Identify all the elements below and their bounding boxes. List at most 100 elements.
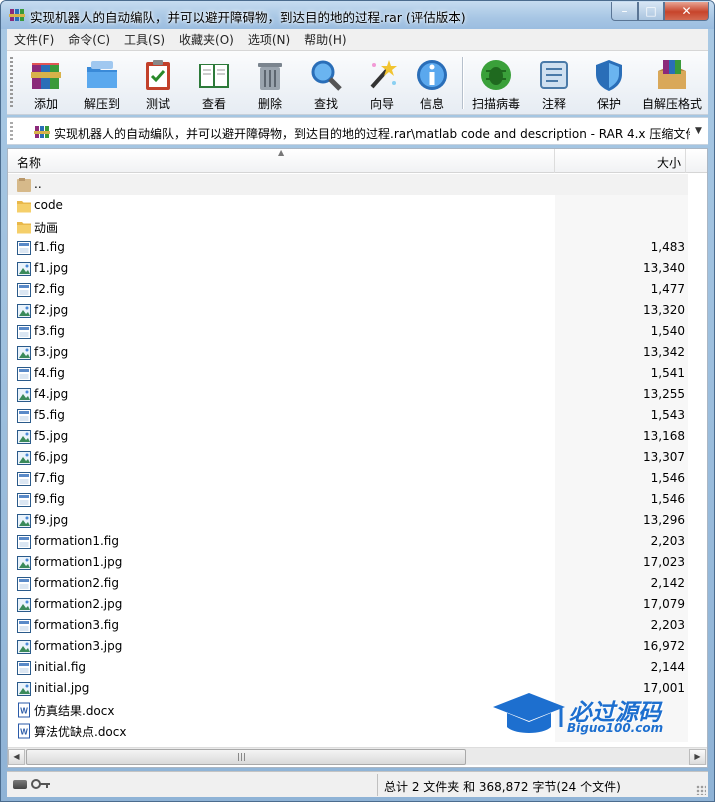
table-row[interactable]: formation2.fig 2,142 xyxy=(8,573,688,594)
table-row[interactable]: f1.jpg 13,340 xyxy=(8,258,688,279)
table-row[interactable]: f4.fig 1,541 xyxy=(8,363,688,384)
file-size: 2,203 xyxy=(650,618,685,632)
menu-tools[interactable]: 工具(S) xyxy=(117,30,172,50)
table-row[interactable]: code xyxy=(8,195,688,216)
file-size: 13,307 xyxy=(643,450,685,464)
file-name: formation1.fig xyxy=(34,534,119,548)
books-add-icon xyxy=(31,63,61,89)
menu-options[interactable]: 选项(N) xyxy=(241,30,297,50)
fig-file-icon xyxy=(17,241,31,255)
jpg-file-icon xyxy=(17,598,31,612)
fig-file-icon xyxy=(17,493,31,507)
table-row[interactable]: f7.fig 1,546 xyxy=(8,468,688,489)
file-size: 1,477 xyxy=(650,282,685,296)
menu-command[interactable]: 命令(C) xyxy=(61,30,117,50)
table-row[interactable]: f2.fig 1,477 xyxy=(8,279,688,300)
table-row[interactable]: .. xyxy=(8,174,688,195)
table-row[interactable]: formation3.jpg 16,972 xyxy=(8,636,688,657)
close-button[interactable]: ✕ xyxy=(664,2,709,21)
delete-button[interactable]: 删除 xyxy=(242,53,298,111)
file-name: formation2.jpg xyxy=(34,597,123,611)
jpg-file-icon xyxy=(17,388,31,402)
find-button[interactable]: 查找 xyxy=(298,53,354,111)
address-grip xyxy=(10,122,13,141)
table-row[interactable]: 动画 xyxy=(8,216,688,237)
table-row[interactable]: f2.jpg 13,320 xyxy=(8,300,688,321)
table-row[interactable]: f6.jpg 13,307 xyxy=(8,447,688,468)
menu-help[interactable]: 帮助(H) xyxy=(297,30,353,50)
file-size: 2,203 xyxy=(650,534,685,548)
table-row[interactable]: initial.fig 2,144 xyxy=(8,657,688,678)
virus-scan-button[interactable]: 扫描病毒 xyxy=(468,53,524,111)
file-name: f7.fig xyxy=(34,471,65,485)
column-header-size[interactable]: 大小 xyxy=(556,149,686,173)
table-row[interactable]: f1.fig 1,483 xyxy=(8,237,688,258)
horizontal-scrollbar[interactable]: ◀ ▶ xyxy=(8,747,707,765)
menu-file[interactable]: 文件(F) xyxy=(7,30,61,50)
table-row[interactable]: f3.fig 1,540 xyxy=(8,321,688,342)
file-name: f3.fig xyxy=(34,324,65,338)
info-icon xyxy=(417,60,447,90)
table-row[interactable]: f4.jpg 13,255 xyxy=(8,384,688,405)
file-name: f2.fig xyxy=(34,282,65,296)
file-name: f9.fig xyxy=(34,492,65,506)
protect-button[interactable]: 保护 xyxy=(581,53,637,111)
drive-icon[interactable] xyxy=(13,780,27,789)
table-row[interactable]: f5.jpg 13,168 xyxy=(8,426,688,447)
test-button[interactable]: 测试 xyxy=(130,53,186,111)
scroll-right-button[interactable]: ▶ xyxy=(689,749,706,765)
table-row[interactable]: f5.fig 1,543 xyxy=(8,405,688,426)
table-row[interactable]: f9.fig 1,546 xyxy=(8,489,688,510)
file-name: f9.jpg xyxy=(34,513,69,527)
table-row[interactable]: formation1.jpg 17,023 xyxy=(8,552,688,573)
file-size: 1,546 xyxy=(650,471,685,485)
resize-grip[interactable] xyxy=(696,785,706,795)
jpg-file-icon xyxy=(17,346,31,360)
view-button[interactable]: 查看 xyxy=(186,53,242,111)
scroll-left-button[interactable]: ◀ xyxy=(8,749,25,765)
address-path: 实现机器人的自动编队，并可以避开障碍物，到达目的地的过程.rar\matlab … xyxy=(54,127,690,141)
menu-favorites[interactable]: 收藏夹(O) xyxy=(172,30,241,50)
parent-folder-icon xyxy=(17,178,31,192)
scroll-thumb-grip xyxy=(238,753,247,761)
folder-icon xyxy=(17,222,31,234)
archive-icon xyxy=(34,126,50,138)
maximize-button[interactable]: □ xyxy=(638,2,664,21)
info-button[interactable]: 信息 xyxy=(404,53,460,111)
table-row[interactable]: f3.jpg 13,342 xyxy=(8,342,688,363)
toolbar-grip[interactable] xyxy=(10,57,13,109)
key-icon[interactable] xyxy=(31,778,51,790)
table-row[interactable]: f9.jpg 13,296 xyxy=(8,510,688,531)
wizard-button[interactable]: 向导 xyxy=(354,53,410,111)
table-row[interactable]: formation1.fig 2,203 xyxy=(8,531,688,552)
file-name: formation2.fig xyxy=(34,576,119,590)
file-size: 1,546 xyxy=(650,492,685,506)
file-name: .. xyxy=(34,177,42,191)
column-header-name[interactable]: 名称 ▲ xyxy=(8,149,555,173)
file-size: 13,320 xyxy=(643,303,685,317)
jpg-file-icon xyxy=(17,262,31,276)
file-size: 2,144 xyxy=(650,660,685,674)
file-list: 名称 ▲ 大小 .. code 动画 f1.fig 1,483 f1.jpg 13,340 f… xyxy=(7,148,708,768)
menu-bar: 文件(F) 命令(C) 工具(S) 收藏夹(O) 选项(N) 帮助(H) xyxy=(7,29,708,51)
title-bar[interactable]: 实现机器人的自动编队，并可以避开障碍物，到达目的地的过程.rar (评估版本) … xyxy=(1,1,714,29)
fig-file-icon xyxy=(17,367,31,381)
sfx-button[interactable]: 自解压格式 xyxy=(639,53,705,111)
scroll-thumb[interactable] xyxy=(26,749,466,765)
table-row[interactable]: formation3.fig 2,203 xyxy=(8,615,688,636)
table-row[interactable]: formation2.jpg 17,079 xyxy=(8,594,688,615)
address-dropdown-icon[interactable]: ▼ xyxy=(695,126,702,136)
fig-file-icon xyxy=(17,535,31,549)
file-name: code xyxy=(34,198,63,212)
extract-to-button[interactable]: 解压到 xyxy=(74,53,130,111)
minimize-button[interactable]: – xyxy=(611,2,638,21)
add-button[interactable]: 添加 xyxy=(18,53,74,111)
column-header-extra[interactable] xyxy=(688,149,707,173)
file-name: initial.jpg xyxy=(34,681,90,695)
sfx-box-icon xyxy=(658,60,686,89)
address-bar[interactable]: 实现机器人的自动编队，并可以避开障碍物，到达目的地的过程.rar\matlab … xyxy=(7,117,708,145)
comment-button[interactable]: 注释 xyxy=(526,53,582,111)
file-name: f2.jpg xyxy=(34,303,69,317)
fig-file-icon xyxy=(17,325,31,339)
winrar-app-icon xyxy=(9,9,25,21)
